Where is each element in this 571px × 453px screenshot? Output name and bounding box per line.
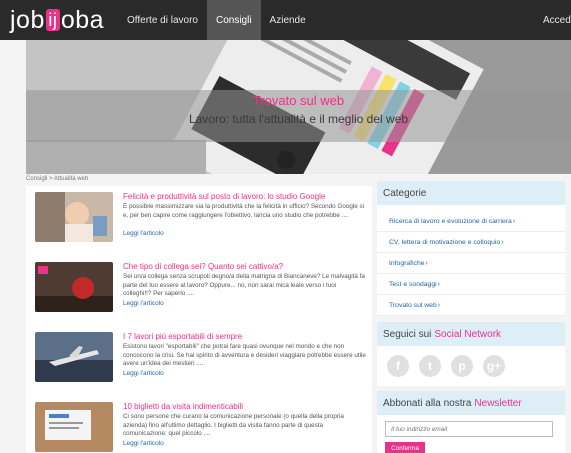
article-title[interactable]: Che tipo di collega sei? Quanto sei catt…	[123, 262, 366, 272]
read-more-link[interactable]: Leggi l'articolo	[123, 299, 366, 308]
article-title[interactable]: 10 biglietti da visita indimenticabili	[123, 402, 366, 412]
category-label: Test e sondaggi	[389, 280, 437, 288]
categories-title-text: Categorie	[383, 187, 427, 199]
article-title[interactable]: Felicità e produttività sul posto di lav…	[123, 192, 366, 202]
article-thumbnail-baby[interactable]	[35, 192, 113, 242]
category-link-web[interactable]: Trovato sul web ›	[377, 295, 565, 316]
chevron-right-icon: ›	[425, 259, 428, 267]
article-excerpt: È possibile massimizzare sia la produtti…	[123, 203, 365, 219]
read-more-link[interactable]: Leggi l'articolo	[123, 229, 366, 238]
social-panel: Seguici sui Social Network f t p g+	[377, 322, 565, 386]
breadcrumb[interactable]: Consigli > Attualità web	[26, 176, 88, 182]
google-plus-icon[interactable]: g+	[483, 355, 505, 377]
category-label: Trovato sul web	[389, 301, 437, 309]
social-icons-row: f t p g+	[377, 346, 565, 377]
sidebar: Categorie Ricerca di lavoro e evoluzione…	[377, 181, 565, 453]
article-item: I 7 lavori più esportabili di sempre Esi…	[26, 326, 372, 390]
chevron-right-icon: ›	[512, 217, 516, 225]
twitter-icon[interactable]: t	[419, 355, 441, 377]
newsletter-title: Abbonati alla nostra Newsletter	[377, 391, 565, 415]
categories-title: Categorie	[377, 181, 565, 205]
category-link-cv[interactable]: CV, lettera di motivazione e colloquio ›	[377, 232, 565, 253]
logo-mark: ij	[45, 9, 60, 31]
nav-offerte-di-lavoro[interactable]: Offerte di lavoro	[118, 0, 207, 40]
article-thumbnail-airplane[interactable]	[35, 332, 113, 382]
article-item: Che tipo di collega sei? Quanto sei catt…	[26, 256, 372, 320]
category-label: Ricerca di lavoro e evoluzione di carrie…	[389, 217, 512, 225]
chevron-right-icon: ›	[437, 301, 441, 309]
article-list: Felicità e produttività sul posto di lav…	[26, 186, 372, 453]
pinterest-icon[interactable]: p	[451, 355, 473, 377]
article-excerpt: Sei un/a collega senza scrupoli degno/a …	[123, 273, 365, 298]
newsletter-title-highlight: Newsletter	[474, 397, 522, 409]
category-label: Infografiche	[389, 259, 425, 267]
article-thumbnail-apple[interactable]	[35, 262, 113, 312]
facebook-icon[interactable]: f	[387, 355, 409, 377]
read-more-link[interactable]: Leggi l'articolo	[123, 439, 366, 448]
article-item: Felicità e produttività sul posto di lav…	[26, 186, 372, 250]
categories-panel: Categorie Ricerca di lavoro e evoluzione…	[377, 181, 565, 316]
article-title[interactable]: I 7 lavori più esportabili di sempre	[123, 332, 366, 342]
article-excerpt: Ci sono persone che curano la comunicazi…	[123, 413, 344, 438]
category-link-tests[interactable]: Test e sondaggi ›	[377, 274, 565, 295]
email-field[interactable]	[385, 421, 553, 437]
logo-text-left: job	[10, 5, 45, 34]
read-more-link[interactable]: Leggi l'articolo	[123, 369, 366, 378]
newsletter-panel: Abbonati alla nostra Newsletter Conferma	[377, 391, 565, 453]
article-item: 10 biglietti da visita indimenticabili C…	[26, 396, 372, 453]
confirm-button[interactable]: Conferma	[385, 442, 425, 453]
social-title: Seguici sui Social Network	[377, 322, 565, 346]
hero-title: Trovato sul web	[252, 93, 345, 108]
article-excerpt: Esistono lavori "esportabili" che potrai…	[123, 343, 366, 368]
main-nav: Offerte di lavoro Consigli Aziende	[118, 0, 315, 40]
category-link-infographics[interactable]: Infografiche ›	[377, 253, 565, 274]
access-link[interactable]: Accedi	[543, 0, 571, 40]
hero-banner: Trovato sul web Lavoro: tutta l'attualit…	[26, 40, 571, 174]
category-link-career[interactable]: Ricerca di lavoro e evoluzione di carrie…	[377, 211, 565, 232]
social-title-highlight: Social Network	[434, 328, 502, 340]
logo-text-right: oba	[60, 5, 105, 34]
hero-subtitle: Lavoro: tutta l'attualità e il meglio de…	[188, 112, 409, 126]
chevron-right-icon: ›	[437, 280, 440, 288]
chevron-right-icon: ›	[501, 238, 504, 246]
nav-consigli[interactable]: Consigli	[206, 0, 261, 40]
jobijoba-logo[interactable]: job ij oba	[10, 4, 104, 36]
nav-aziende[interactable]: Aziende	[261, 0, 315, 40]
category-label: CV, lettera di motivazione e colloquio	[389, 238, 501, 246]
article-thumbnail-business-card[interactable]	[35, 402, 113, 452]
newsletter-title-text: Abbonati alla nostra	[383, 397, 472, 409]
social-title-text: Seguici sui	[383, 328, 432, 340]
top-navigation-bar: job ij oba Offerte di lavoro Consigli Azie…	[0, 0, 571, 40]
